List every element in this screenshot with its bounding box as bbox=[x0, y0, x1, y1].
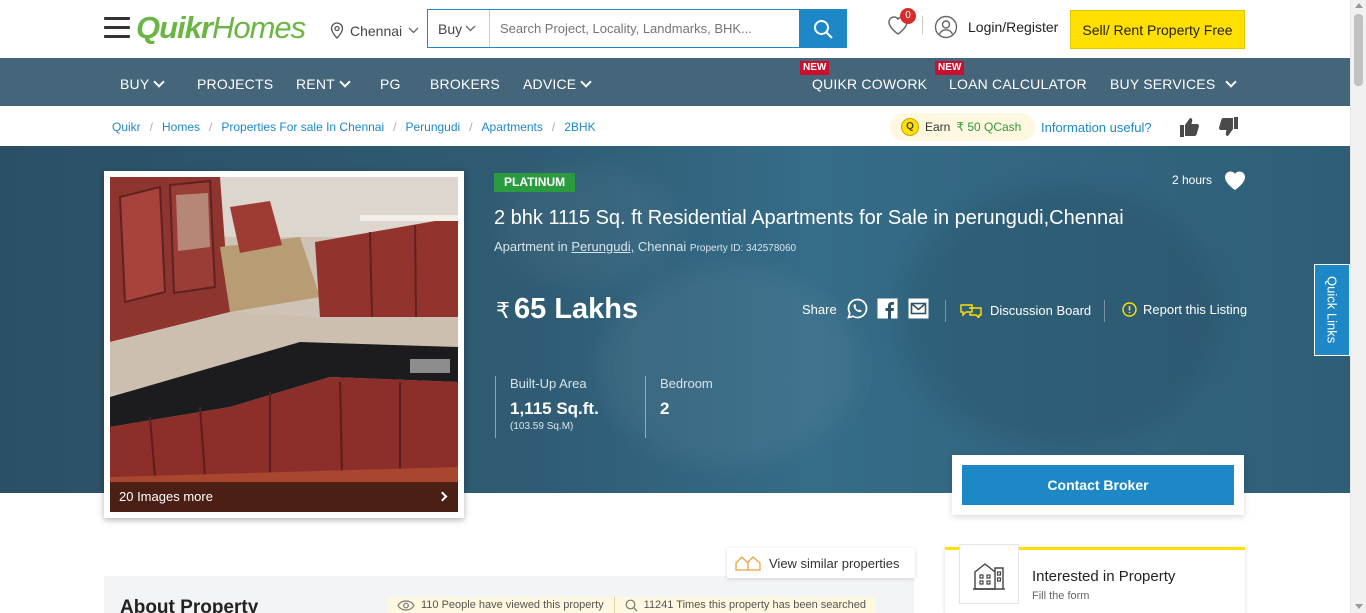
locality-link[interactable]: Perungudi, bbox=[571, 239, 634, 254]
kitchen-photo bbox=[110, 177, 458, 512]
wishlist-count-badge: 0 bbox=[900, 8, 916, 24]
quick-links-tab[interactable]: Quick Links bbox=[1314, 264, 1350, 356]
divider bbox=[945, 300, 946, 322]
sell-rent-property-button[interactable]: Sell/ Rent Property Free bbox=[1070, 10, 1245, 49]
search-icon bbox=[814, 19, 833, 39]
listing-price: ₹ 65 Lakhs bbox=[496, 293, 639, 325]
platinum-badge: PLATINUM bbox=[494, 173, 576, 192]
qcash-coin-icon: Q bbox=[901, 118, 919, 136]
chevron-down-icon bbox=[408, 27, 419, 34]
interested-in-property-card[interactable]: Interested in Property Fill the form bbox=[945, 544, 1245, 613]
login-register-link[interactable]: Login/Register bbox=[968, 19, 1058, 35]
quikrhomes-logo[interactable]: QuikrHomes bbox=[136, 10, 306, 46]
share-label: Share bbox=[802, 302, 837, 317]
facebook-icon[interactable] bbox=[877, 298, 898, 319]
divider bbox=[922, 16, 923, 34]
report-listing-link[interactable]: Report this Listing bbox=[1122, 302, 1247, 317]
chevron-down-icon bbox=[465, 25, 476, 32]
contact-broker-button[interactable]: Contact Broker bbox=[962, 465, 1234, 505]
view-similar-properties-button[interactable]: View similar properties bbox=[727, 548, 915, 578]
nav-quikr-cowork[interactable]: QUIKR COWORK bbox=[812, 58, 927, 106]
search-bar: Buy bbox=[427, 9, 800, 48]
earn-qcash-badge[interactable]: Q Earn ₹ 50 QCash bbox=[890, 113, 1036, 141]
breadcrumb-item[interactable]: Apartments bbox=[482, 120, 543, 134]
nav-buy-services[interactable]: BUY SERVICES bbox=[1110, 58, 1238, 106]
thumbs-up-icon[interactable] bbox=[1178, 116, 1200, 138]
chat-bubble-icon bbox=[960, 304, 982, 318]
location-pin-icon bbox=[330, 22, 344, 39]
chevron-down-icon bbox=[339, 76, 351, 88]
posted-time: 2 hours bbox=[1172, 173, 1213, 187]
email-icon[interactable] bbox=[908, 298, 929, 319]
page-scrollbar[interactable] bbox=[1350, 0, 1366, 613]
search-input[interactable] bbox=[490, 10, 799, 47]
discussion-board-link[interactable]: Discussion Board bbox=[960, 302, 1091, 318]
thumbs-down-icon[interactable] bbox=[1218, 116, 1240, 138]
city-label: Chennai bbox=[350, 22, 403, 39]
menu-icon[interactable] bbox=[104, 17, 130, 39]
nav-projects[interactable]: PROJECTS bbox=[197, 58, 273, 106]
houses-icon bbox=[735, 556, 761, 571]
breadcrumb-item[interactable]: Properties For sale In Chennai bbox=[221, 120, 384, 134]
about-property-heading: About Property bbox=[120, 597, 259, 613]
top-header: QuikrHomes Chennai Buy 0 Login/Register … bbox=[0, 0, 1350, 58]
contact-card: Contact Broker bbox=[952, 455, 1244, 515]
spec-bedroom: Bedroom 2 bbox=[645, 376, 713, 438]
property-id: Property ID: 342578060 bbox=[689, 243, 797, 254]
info-alert-icon bbox=[1122, 302, 1137, 317]
search-button[interactable] bbox=[799, 9, 847, 48]
city-selector[interactable]: Chennai bbox=[330, 22, 419, 39]
search-icon bbox=[625, 599, 638, 611]
views-stat: 110 People have viewed this property bbox=[387, 597, 614, 613]
chevron-down-icon bbox=[580, 76, 592, 88]
information-useful-label: Information useful? bbox=[1041, 120, 1152, 135]
divider bbox=[1104, 300, 1105, 322]
listing-title: 2 bhk 1115 Sq. ft Residential Apartments… bbox=[494, 207, 1124, 229]
breadcrumb-item[interactable]: 2BHK bbox=[564, 120, 595, 134]
nav-rent[interactable]: RENT bbox=[296, 58, 351, 106]
building-icon bbox=[959, 544, 1019, 604]
nav-brokers[interactable]: BROKERS bbox=[430, 58, 500, 106]
chevron-right-icon bbox=[437, 491, 448, 502]
chevron-down-icon bbox=[1225, 76, 1238, 88]
nav-buy[interactable]: BUY bbox=[120, 58, 166, 106]
search-mode-select[interactable]: Buy bbox=[428, 10, 490, 47]
images-more-button[interactable]: 20 Images more bbox=[110, 482, 458, 512]
nav-pg[interactable]: PG bbox=[380, 58, 401, 106]
property-photo-card[interactable]: 20 Images more bbox=[104, 171, 464, 518]
property-photo[interactable]: 20 Images more bbox=[110, 177, 458, 512]
user-icon[interactable] bbox=[934, 15, 958, 39]
breadcrumb: Quikr / Homes / Properties For sale In Che… bbox=[112, 120, 596, 134]
favorite-heart-icon[interactable] bbox=[1222, 168, 1248, 192]
eye-icon bbox=[397, 599, 415, 611]
scroll-down-arrow-icon[interactable] bbox=[1355, 604, 1363, 609]
scroll-up-arrow-icon[interactable] bbox=[1355, 3, 1363, 8]
whatsapp-icon[interactable] bbox=[847, 298, 868, 319]
scrollbar-thumb[interactable] bbox=[1354, 14, 1363, 86]
main-nav: BUY PROJECTS RENT PG BROKERS ADVICE NEW … bbox=[0, 58, 1350, 106]
chevron-down-icon bbox=[153, 76, 166, 88]
nav-loan-calculator[interactable]: LOAN CALCULATOR bbox=[949, 58, 1087, 106]
spec-built-up-area: Built-Up Area 1,115 Sq.ft. (103.59 Sq.M) bbox=[495, 376, 599, 438]
breadcrumb-item[interactable]: Homes bbox=[162, 120, 200, 134]
nav-advice[interactable]: ADVICE bbox=[523, 58, 592, 106]
breadcrumb-item[interactable]: Perungudi bbox=[405, 120, 460, 134]
searches-stat: 11241 Times this property has been searc… bbox=[613, 597, 876, 613]
breadcrumb-item[interactable]: Quikr bbox=[112, 120, 141, 134]
property-stats: 110 People have viewed this property 112… bbox=[387, 597, 877, 613]
listing-subtitle: Apartment in Perungudi, Chennai Property… bbox=[494, 239, 797, 254]
